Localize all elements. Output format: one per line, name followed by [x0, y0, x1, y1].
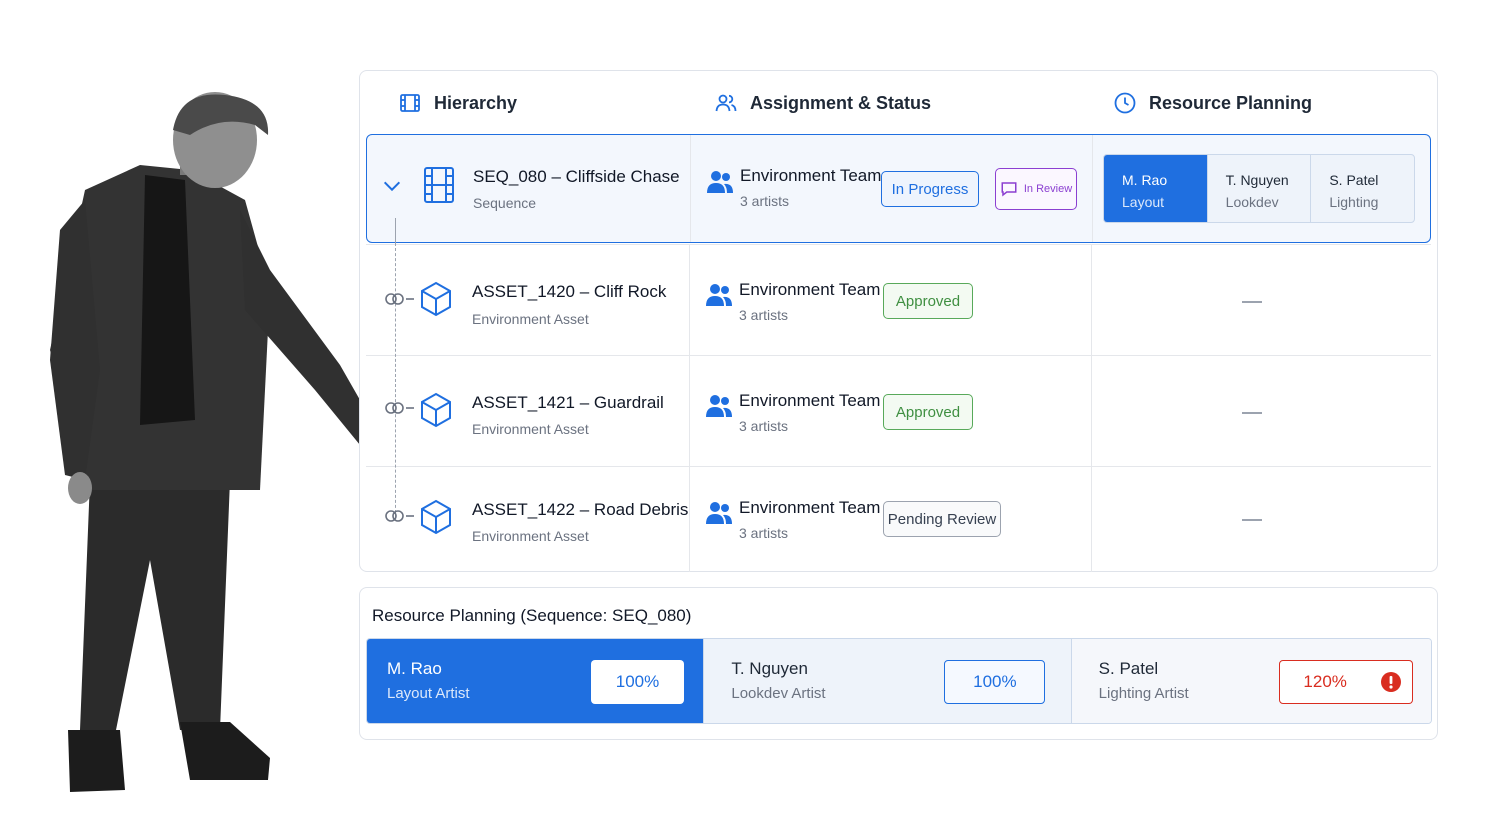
resource-planning-row: M. Rao Layout Artist 100% T. Nguyen Look… — [366, 638, 1432, 724]
table-row-asset[interactable]: ASSET_1422 – Road Debris Environment Ass… — [366, 466, 1431, 572]
assignment-cell: Environment Team 3 artists In Progress I… — [690, 135, 1092, 242]
resource-cell: M. Rao Layout T. Nguyen Lookdev S. Patel… — [1092, 135, 1432, 242]
column-header-label: Assignment & Status — [750, 92, 932, 113]
table-row-asset[interactable]: ASSET_1421 – Guardrail Environment Asset… — [366, 355, 1431, 466]
status-badge[interactable]: Approved — [883, 283, 973, 319]
link-icon — [385, 510, 414, 522]
assignment-cell: Environment Team 3 artists Approved — [689, 356, 1091, 466]
cube-icon — [421, 499, 451, 535]
item-type: Environment Asset — [472, 311, 589, 327]
table-row-sequence[interactable]: SEQ_080 – Cliffside Chase Sequence Envir… — [366, 134, 1431, 243]
column-header-hierarchy[interactable]: Hierarchy — [398, 71, 517, 135]
item-title[interactable]: ASSET_1421 – Guardrail — [472, 393, 664, 413]
allocation-value[interactable]: 120% — [1278, 660, 1372, 704]
planner-artist: T. Nguyen — [1225, 172, 1289, 188]
assignment-cell: Environment Team 3 artists Pending Revie… — [689, 467, 1091, 572]
team-icon — [706, 284, 732, 306]
resource-cell — [1091, 245, 1431, 355]
planner-role: Lighting — [1329, 194, 1379, 210]
planner-slot[interactable]: S. Patel Lighting — [1310, 155, 1414, 222]
status-badge[interactable]: Pending Review — [883, 501, 1001, 537]
artist-role: Lighting Artist — [1098, 685, 1189, 702]
artist-allocation-card[interactable]: T. Nguyen Lookdev Artist 100% — [703, 639, 1071, 723]
hierarchy-table: Hierarchy Assignment & Status Resource P… — [359, 70, 1438, 572]
planner-role: Lookdev — [1225, 194, 1279, 210]
team-count: 3 artists — [739, 525, 789, 541]
resource-cell — [1091, 356, 1431, 466]
panel-title: Resource Planning (Sequence: SEQ_080) — [372, 606, 692, 625]
chevron-down-icon[interactable] — [381, 175, 403, 197]
empty-value-dash — [1242, 412, 1262, 414]
users-icon — [715, 94, 737, 112]
link-icon — [385, 402, 414, 414]
status-badge[interactable]: In Progress — [881, 171, 979, 207]
artist-name: S. Patel — [1098, 659, 1159, 678]
empty-value-dash — [1242, 301, 1262, 303]
column-header-label: Hierarchy — [434, 92, 518, 113]
comment-icon — [1001, 182, 1017, 197]
tree-connector — [395, 218, 396, 244]
table-row-asset[interactable]: ASSET_1420 – Cliff Rock Environment Asse… — [366, 244, 1431, 355]
artist-allocation-card[interactable]: M. Rao Layout Artist 100% — [367, 639, 704, 723]
status-badge[interactable]: Approved — [883, 394, 973, 430]
cube-icon — [421, 281, 451, 317]
planner-artist: M. Rao — [1122, 172, 1168, 188]
team-name: Environment Team — [739, 391, 881, 410]
film-strip-icon — [400, 94, 420, 112]
item-type: Environment Asset — [472, 421, 589, 437]
item-type: Environment Asset — [472, 528, 589, 544]
artist-name: M. Rao — [387, 659, 442, 678]
planner-artist: S. Patel — [1329, 172, 1379, 188]
planner-role: Layout — [1122, 194, 1165, 210]
team-name: Environment Team — [739, 498, 881, 517]
team-name: Environment Team — [739, 280, 881, 299]
hierarchy-cell: SEQ_080 – Cliffside Chase Sequence — [367, 135, 690, 242]
clock-icon — [1114, 92, 1136, 114]
review-badge-label: In Review — [1023, 183, 1073, 195]
alert-icon — [1381, 672, 1402, 692]
column-header-label: Resource Planning — [1149, 92, 1313, 113]
team-count: 3 artists — [740, 193, 790, 209]
review-badge[interactable]: In Review — [995, 168, 1077, 210]
over-allocation-warning[interactable] — [1370, 660, 1413, 704]
planner-slot[interactable]: T. Nguyen Lookdev — [1206, 155, 1311, 222]
item-title[interactable]: ASSET_1420 – Cliff Rock — [472, 282, 666, 302]
resource-cell — [1091, 467, 1431, 572]
team-count: 3 artists — [739, 418, 789, 434]
item-title[interactable]: ASSET_1422 – Road Debris — [472, 500, 688, 520]
item-title[interactable]: SEQ_080 – Cliffside Chase — [473, 167, 680, 187]
allocation-value[interactable]: 100% — [591, 660, 684, 704]
assignment-cell: Environment Team 3 artists Approved — [689, 245, 1091, 355]
item-type: Sequence — [473, 195, 537, 211]
link-icon — [385, 293, 414, 305]
column-header-assignment[interactable]: Assignment & Status — [714, 71, 931, 135]
artist-name: T. Nguyen — [731, 659, 808, 678]
team-name: Environment Team — [740, 166, 882, 185]
team-icon — [706, 395, 732, 417]
artist-role: Layout Artist — [387, 685, 470, 702]
tree-connector — [395, 243, 396, 518]
planner-slot[interactable]: M. Rao Layout — [1104, 155, 1207, 222]
resource-planning-panel: Resource Planning (Sequence: SEQ_080) M.… — [359, 587, 1438, 740]
cube-icon — [421, 392, 451, 428]
empty-value-dash — [1242, 519, 1262, 521]
allocation-value[interactable]: 100% — [944, 660, 1046, 704]
team-count: 3 artists — [739, 307, 789, 323]
resource-mini-planner: M. Rao Layout T. Nguyen Lookdev S. Patel… — [1103, 154, 1415, 223]
artist-role: Lookdev Artist — [731, 685, 826, 702]
column-header-resource[interactable]: Resource Planning — [1113, 71, 1312, 135]
film-icon — [424, 167, 454, 203]
team-icon — [707, 171, 733, 193]
artist-allocation-card[interactable]: S. Patel Lighting Artist 120% — [1070, 639, 1431, 723]
team-icon — [706, 502, 732, 524]
